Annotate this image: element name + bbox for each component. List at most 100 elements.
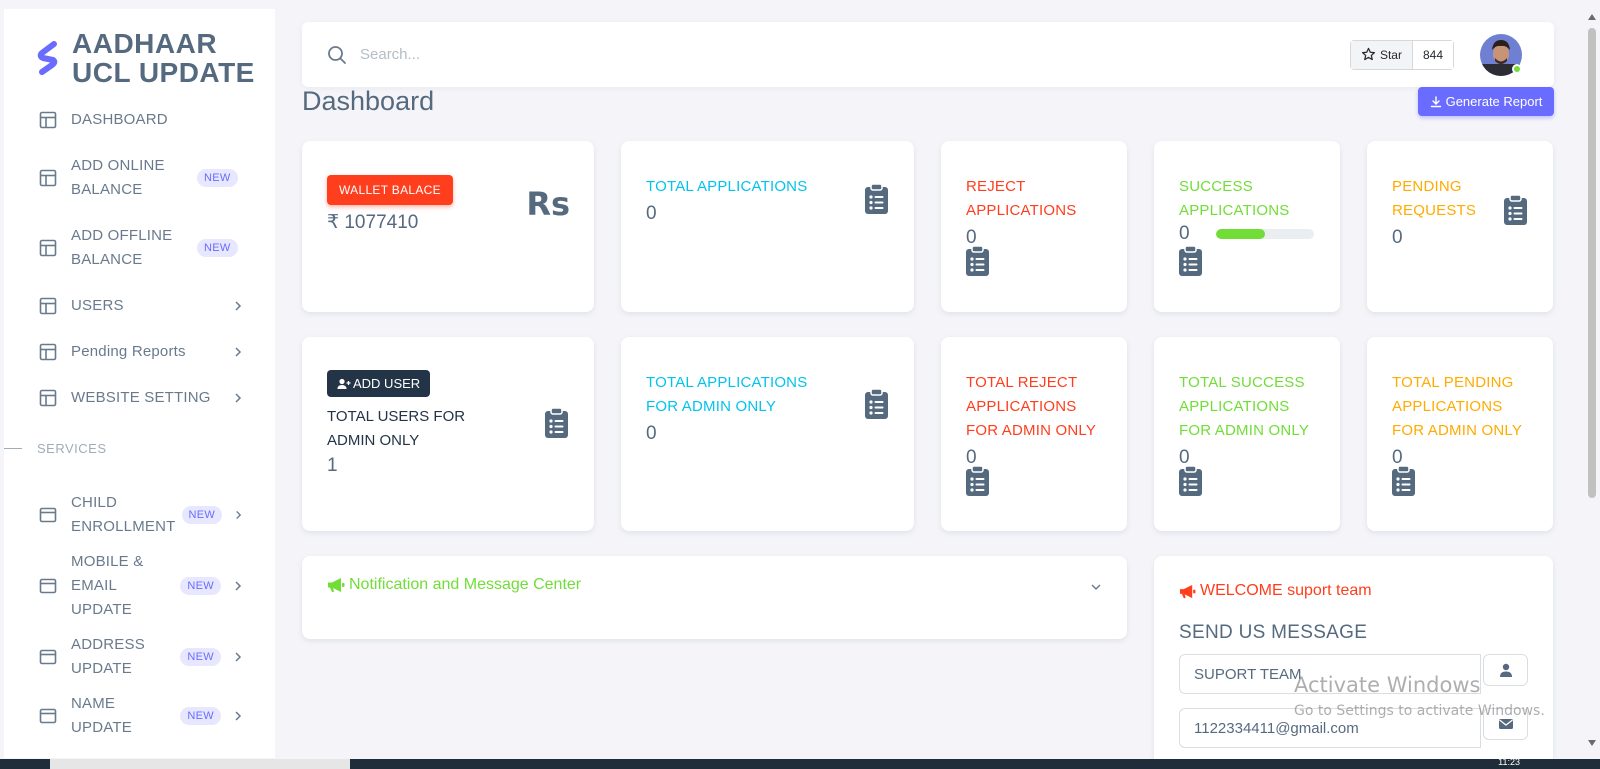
clipboard-list-icon (1504, 194, 1527, 225)
total-applications-admin-card[interactable]: TOTAL APPLICATIONS FOR ADMIN ONLY 0 (621, 337, 914, 531)
user-plus-icon (337, 378, 351, 389)
success-value-row: 0 (1179, 223, 1315, 245)
clipboard-list-icon (1179, 245, 1202, 276)
layout-icon (39, 111, 57, 129)
download-icon (1430, 95, 1441, 107)
name-field[interactable] (1179, 654, 1481, 694)
total-reject-admin-card[interactable]: TOTAL REJECT APPLICATIONS FOR ADMIN ONLY… (941, 337, 1127, 531)
scroll-down-arrow[interactable] (1588, 740, 1596, 746)
notification-center-header[interactable]: Notification and Message Center (327, 576, 1102, 594)
sidebar-item-dashboard[interactable]: DASHBOARD (4, 97, 275, 143)
sidebar-item-child-enrollment[interactable]: CHILD ENROLLMENT NEW (4, 480, 275, 550)
scroll-up-arrow[interactable] (1588, 14, 1596, 20)
welcome-text: WELCOME suport team (1179, 582, 1528, 600)
search-input[interactable] (360, 46, 1350, 63)
section-header-label: SERVICES (37, 441, 107, 456)
email-field-icon-box (1483, 708, 1528, 740)
chevron-right-icon (235, 711, 242, 721)
brand-name: AADHAAR UCL UPDATE (72, 29, 255, 87)
send-message-card: WELCOME suport team SEND US MESSAGE (1154, 556, 1553, 769)
search-icon (328, 45, 346, 64)
layout-icon (39, 343, 57, 361)
layout-icon (39, 389, 57, 407)
card-title: TOTAL APPLICATIONS FOR ADMIN ONLY (646, 374, 808, 415)
brand-line1: AADHAAR (72, 28, 218, 59)
total-success-admin-card[interactable]: TOTAL SUCCESS APPLICATIONS FOR ADMIN ONL… (1154, 337, 1340, 531)
sidebar-item-label: WEBSITE SETTING (71, 389, 211, 406)
notification-center-title: Notification and Message Center (349, 576, 582, 593)
add-user-button[interactable]: ADD USER (327, 370, 431, 397)
notification-center-card[interactable]: Notification and Message Center (302, 556, 1127, 639)
sidebar-item-label: ADD OFFLINE BALANCE (71, 227, 173, 268)
card-value: 0 (646, 423, 657, 444)
wallet-balance-card: WALLET BALACE ₹ 1077410 Rs (302, 141, 594, 312)
new-badge: NEW (197, 169, 238, 187)
megaphone-icon (328, 578, 345, 592)
success-applications-card[interactable]: SUCCESS APPLICATIONS 0 (1154, 141, 1340, 312)
window-icon (39, 578, 57, 594)
total-users-card: ADD USER TOTAL USERS FOR ADMIN ONLY 1 (302, 337, 594, 531)
scrollbar-thumb[interactable] (1588, 28, 1596, 498)
pending-requests-card[interactable]: PENDING REQUESTS 0 (1367, 141, 1553, 312)
card-value: 0 (646, 203, 657, 224)
github-star-button[interactable]: Star (1350, 40, 1413, 69)
send-message-heading: SEND US MESSAGE (1179, 622, 1368, 643)
success-progress-fill (1215, 229, 1265, 239)
total-pending-admin-card[interactable]: TOTAL PENDING APPLICATIONS FOR ADMIN ONL… (1367, 337, 1553, 531)
github-star-widget: Star 844 (1349, 39, 1454, 70)
sidebar-item-label: ADD ONLINE BALANCE (71, 157, 165, 198)
window-icon (39, 507, 57, 523)
rupee-icon: Rs (526, 185, 570, 223)
email-field[interactable] (1179, 708, 1481, 748)
card-title: TOTAL PENDING APPLICATIONS FOR ADMIN ONL… (1392, 374, 1523, 439)
sidebar-item-add-online-balance[interactable]: ADD ONLINE BALANCE NEW (4, 143, 275, 213)
avatar[interactable] (1480, 33, 1522, 76)
sidebar-item-address-update[interactable]: ADDRESS UPDATE NEW (4, 622, 275, 692)
online-status-dot (1512, 63, 1522, 74)
sidebar-item-label: Pending Reports (71, 343, 186, 360)
sidebar-item-pending-reports[interactable]: Pending Reports (4, 329, 275, 375)
sidebar-item-name-update[interactable]: NAME UPDATE NEW (4, 692, 275, 740)
chevron-right-icon (235, 393, 242, 403)
clipboard-list-icon (1179, 465, 1202, 496)
clipboard-list-icon (966, 245, 989, 276)
new-badge: NEW (197, 239, 238, 257)
github-star-label: Star (1379, 47, 1402, 62)
user-field-icon-box (1483, 654, 1528, 686)
page-title: Dashboard (302, 86, 435, 116)
welcome-label: WELCOME suport team (1200, 582, 1372, 599)
card-title: TOTAL APPLICATIONS (646, 178, 808, 195)
card-title: REJECT APPLICATIONS (966, 178, 1077, 219)
sidebar: AADHAAR UCL UPDATE DASHBOARD ADD ONLINE … (4, 9, 275, 758)
sidebar-item-label: NAME UPDATE (71, 695, 132, 736)
card-title: TOTAL USERS FOR ADMIN ONLY (327, 408, 466, 449)
sidebar-item-add-offline-balance[interactable]: ADD OFFLINE BALANCE NEW (4, 213, 275, 283)
window-icon (39, 708, 57, 724)
chevron-down-icon[interactable] (1090, 581, 1102, 593)
taskbar-clock: 11:23 (1498, 757, 1520, 767)
total-applications-card[interactable]: TOTAL APPLICATIONS 0 (621, 141, 914, 312)
new-badge: NEW (180, 577, 221, 595)
sidebar-item-label: CHILD ENROLLMENT (71, 494, 176, 535)
sidebar-item-users[interactable]: USERS (4, 283, 275, 329)
sidebar-item-mobile-email-update[interactable]: MOBILE & EMAIL UPDATE NEW (4, 550, 275, 622)
star-icon (1361, 47, 1375, 61)
clipboard-list-icon (545, 407, 568, 438)
layout-icon (39, 239, 57, 257)
brand[interactable]: AADHAAR UCL UPDATE (4, 9, 275, 89)
new-badge: NEW (181, 506, 223, 524)
new-badge: NEW (180, 648, 221, 666)
envelope-icon (1498, 719, 1513, 729)
generate-report-button[interactable]: Generate Report (1418, 87, 1554, 116)
github-star-count[interactable]: 844 (1412, 40, 1453, 69)
services-menu: CHILD ENROLLMENT NEW MOBILE & EMAIL UPDA… (4, 480, 275, 740)
success-progress-bar (1215, 229, 1314, 239)
reject-applications-card[interactable]: REJECT APPLICATIONS 0 (941, 141, 1127, 312)
sidebar-item-label: DASHBOARD (71, 111, 168, 128)
sidebar-item-website-setting[interactable]: WEBSITE SETTING (4, 375, 275, 421)
wallet-balance-badge: WALLET BALACE (327, 175, 453, 205)
taskbar-search-box[interactable] (50, 759, 350, 769)
card-value: 0 (1179, 223, 1190, 244)
chevron-right-icon (235, 301, 242, 311)
window-icon (39, 649, 57, 665)
